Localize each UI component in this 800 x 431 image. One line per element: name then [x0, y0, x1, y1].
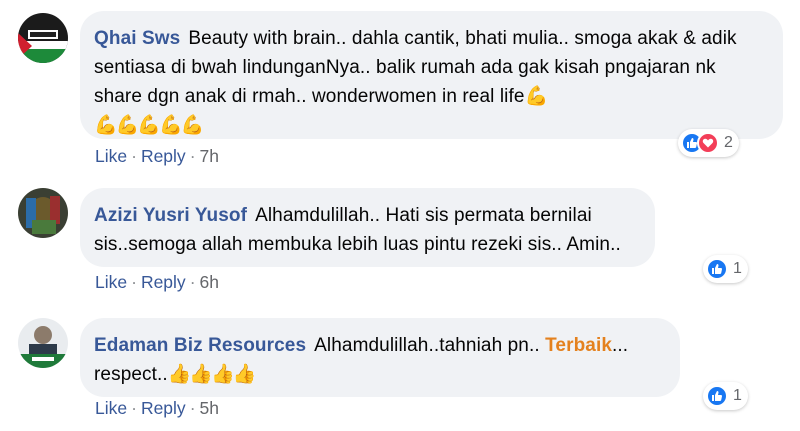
avatar[interactable] [18, 13, 68, 63]
avatar[interactable] [18, 318, 68, 368]
reply-link[interactable]: Reply [141, 146, 186, 166]
mention-tag[interactable]: Terbaik [545, 335, 612, 356]
flexed-biceps-emoji: 💪 [524, 86, 549, 107]
comment-author[interactable]: Qhai Sws [94, 28, 180, 49]
separator: · [131, 398, 137, 418]
comment-bubble: Azizi Yusri Yusof Alhamdulillah.. Hati si… [80, 188, 655, 267]
like-icon [706, 258, 728, 280]
reaction-summary[interactable]: 1 [703, 255, 748, 283]
comment-bubble: Edaman Biz Resources Alhamdulillah..tahni… [80, 318, 680, 397]
reaction-summary[interactable]: 2 [678, 129, 739, 157]
reaction-summary[interactable]: 1 [703, 382, 748, 410]
reaction-count: 2 [724, 134, 733, 151]
avatar[interactable] [18, 188, 68, 238]
love-icon [697, 132, 719, 154]
comment-bubble: Qhai Sws Beauty with brain.. dahla cantik… [80, 11, 783, 139]
flexed-biceps-emoji-row: 💪💪💪💪💪 [94, 115, 204, 136]
separator: · [189, 272, 196, 292]
reply-link[interactable]: Reply [141, 398, 186, 418]
like-icon [706, 385, 728, 407]
reaction-count: 1 [733, 260, 742, 277]
separator: · [189, 398, 196, 418]
separator: · [189, 146, 196, 166]
thumbs-up-emoji-row: 👍👍👍👍 [167, 364, 257, 385]
comment-text: Beauty with brain.. dahla cantik, bhati … [94, 28, 737, 107]
separator: · [131, 146, 137, 166]
reaction-count: 1 [733, 387, 742, 404]
comment-text: Alhamdulillah..tahniah pn.. [314, 335, 540, 356]
comment-author[interactable]: Azizi Yusri Yusof [94, 205, 247, 226]
comment-author[interactable]: Edaman Biz Resources [94, 335, 306, 356]
separator: · [131, 272, 137, 292]
timestamp[interactable]: 5h [200, 398, 219, 418]
comment-actions: Like · Reply · 5h [95, 398, 219, 419]
like-link[interactable]: Like [95, 146, 127, 166]
comment-actions: Like · Reply · 7h [95, 146, 219, 167]
timestamp[interactable]: 7h [200, 146, 219, 166]
like-link[interactable]: Like [95, 398, 127, 418]
timestamp[interactable]: 6h [200, 272, 219, 292]
like-link[interactable]: Like [95, 272, 127, 292]
comment-actions: Like · Reply · 6h [95, 272, 219, 293]
reply-link[interactable]: Reply [141, 272, 186, 292]
